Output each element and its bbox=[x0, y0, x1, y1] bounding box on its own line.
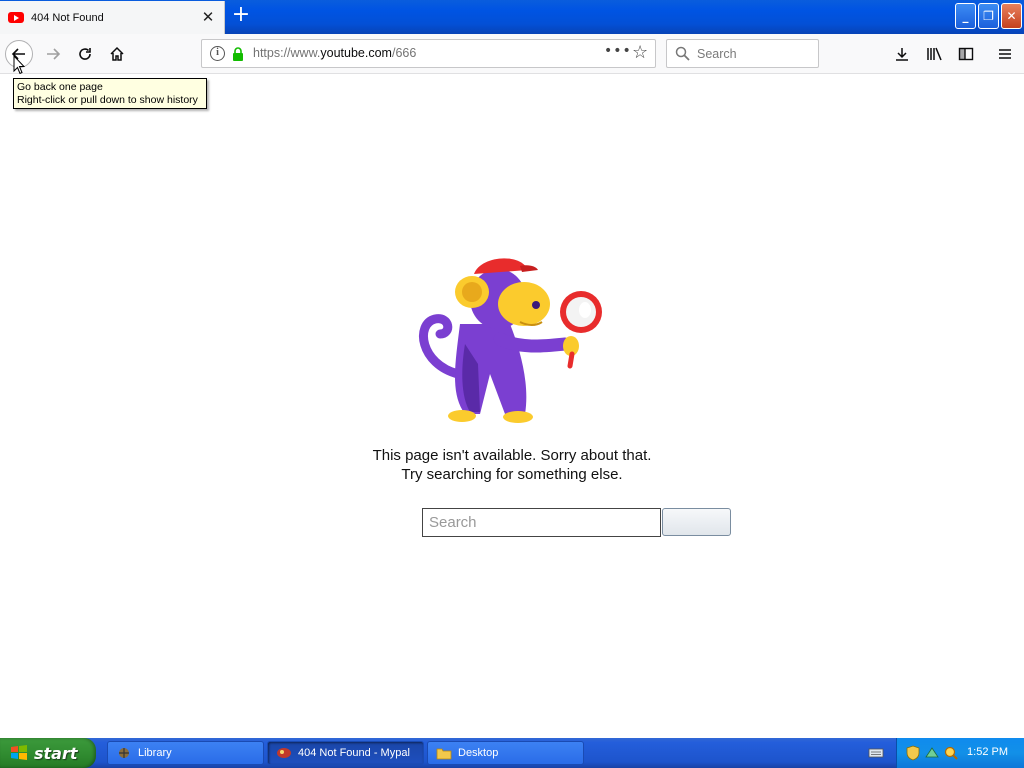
error-message-line-2: Try searching for something else. bbox=[401, 466, 623, 483]
taskbar-item-label: Desktop bbox=[458, 747, 499, 759]
bookmark-star-icon[interactable]: ☆ bbox=[632, 42, 648, 63]
search-icon bbox=[675, 46, 690, 61]
monkey-illustration bbox=[418, 258, 602, 423]
reload-button[interactable] bbox=[71, 40, 99, 68]
navigation-toolbar: i https://www.youtube.com/666 ••• ☆ Sear… bbox=[0, 34, 1024, 74]
sidebar-button[interactable] bbox=[953, 41, 979, 67]
forward-button[interactable] bbox=[39, 40, 67, 68]
url-bar[interactable]: i https://www.youtube.com/666 ••• ☆ bbox=[201, 39, 656, 68]
menu-button[interactable] bbox=[992, 41, 1018, 67]
tab-title: 404 Not Found bbox=[31, 11, 104, 24]
security-shield-icon[interactable] bbox=[905, 745, 921, 761]
tab-404-not-found[interactable]: 404 Not Found ✕ bbox=[0, 1, 225, 34]
sidebar-icon bbox=[958, 47, 974, 61]
start-label: start bbox=[34, 743, 78, 763]
minimize-button[interactable]: _ bbox=[955, 3, 976, 29]
taskbar-item-mypal[interactable]: 404 Not Found - Mypal bbox=[267, 741, 424, 765]
windows-flag-icon bbox=[11, 745, 27, 760]
error-message: This page isn't available. Sorry about t… bbox=[312, 446, 712, 484]
forward-arrow-icon bbox=[47, 48, 61, 60]
folder-icon bbox=[436, 748, 452, 760]
magnifier-tray-icon[interactable] bbox=[943, 745, 959, 761]
home-button[interactable] bbox=[103, 40, 131, 68]
page-content: This page isn't available. Sorry about t… bbox=[0, 74, 1024, 738]
page-actions-icon[interactable]: ••• bbox=[604, 43, 632, 59]
library-icon bbox=[119, 748, 129, 758]
youtube-favicon-icon bbox=[8, 12, 24, 23]
title-bar: 404 Not Found ✕ + _ ❐ ✕ bbox=[0, 0, 1024, 34]
url-prefix: https://www. bbox=[253, 46, 321, 60]
taskbar-item-label: 404 Not Found - Mypal bbox=[298, 747, 410, 759]
taskbar-item-desktop[interactable]: Desktop bbox=[427, 741, 584, 765]
url-path: /666 bbox=[391, 46, 417, 60]
start-button[interactable]: start bbox=[0, 738, 96, 768]
page-search-input[interactable]: Search bbox=[422, 508, 661, 537]
network-icon[interactable] bbox=[924, 745, 940, 761]
error-message-line-1: This page isn't available. Sorry about t… bbox=[372, 447, 652, 464]
new-tab-button[interactable]: + bbox=[229, 4, 253, 28]
downloads-button[interactable] bbox=[889, 41, 915, 67]
hamburger-menu-icon bbox=[999, 49, 1011, 59]
mouse-cursor-icon bbox=[13, 55, 25, 75]
clock[interactable]: 1:52 PM bbox=[967, 746, 1008, 758]
library-icon bbox=[926, 47, 942, 61]
system-tray: 1:52 PM bbox=[896, 738, 1024, 768]
site-info-icon[interactable]: i bbox=[210, 46, 225, 61]
browser-search-input[interactable]: Search bbox=[666, 39, 819, 68]
reload-icon bbox=[79, 48, 91, 60]
page-search-button[interactable] bbox=[662, 508, 731, 536]
back-button-tooltip: Go back one page Right-click or pull dow… bbox=[13, 78, 207, 109]
url-text[interactable]: https://www.youtube.com/666 bbox=[253, 46, 416, 60]
home-icon bbox=[110, 46, 124, 61]
tab-close-icon[interactable]: ✕ bbox=[200, 9, 216, 25]
lock-icon[interactable] bbox=[232, 47, 244, 61]
download-icon bbox=[896, 48, 908, 61]
browser-search-placeholder: Search bbox=[697, 47, 737, 61]
url-domain: youtube.com bbox=[320, 46, 392, 60]
mypal-icon bbox=[277, 748, 291, 758]
keyboard-icon[interactable] bbox=[868, 747, 884, 759]
taskbar: start Library 404 Not Found - Mypal Desk… bbox=[0, 738, 1024, 768]
taskbar-item-label: Library bbox=[138, 747, 172, 759]
tooltip-line-2: Right-click or pull down to show history bbox=[17, 94, 198, 106]
tooltip-line-1: Go back one page bbox=[17, 81, 103, 93]
restore-button[interactable]: ❐ bbox=[978, 3, 999, 29]
library-button[interactable] bbox=[921, 41, 947, 67]
window-close-button[interactable]: ✕ bbox=[1001, 3, 1022, 29]
taskbar-item-library[interactable]: Library bbox=[107, 741, 264, 765]
